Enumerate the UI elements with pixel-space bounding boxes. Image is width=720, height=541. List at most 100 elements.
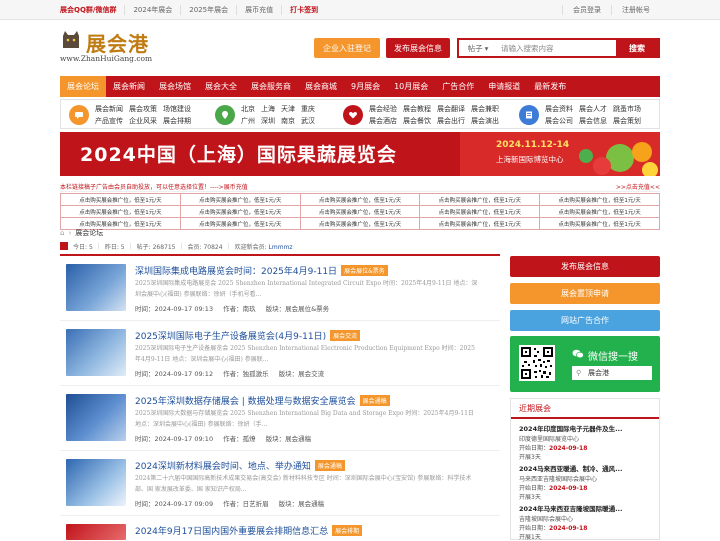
post-author[interactable]: 作者：南玖 [223,303,256,313]
post-board[interactable]: 版块：展会交流 [279,368,325,378]
recent-expo-item[interactable]: 2024年马来西亚吉隆坡国际暖通... 吉隆坡国际会展中心 开始日期：2024-… [511,503,659,541]
ad-slot[interactable]: 点击购买展会推广位，低至1元/天 [420,218,541,230]
cat-link[interactable]: 重庆 [301,104,315,114]
cat-link[interactable]: 展会出行 [437,116,465,126]
ticker-text[interactable]: 本栏链接稿子广告由会员自助投放，可以任意选择位置！---->展币充值 [60,182,248,191]
nav-latest[interactable]: 最新发布 [527,76,573,97]
cat-link[interactable]: 天津 [281,104,295,114]
cat-link[interactable]: 深圳 [261,116,275,126]
ad-slot[interactable]: 点击购买展会推广位，低至1元/天 [300,218,421,230]
search-button[interactable]: 搜索 [616,40,658,56]
post-board[interactable]: 版块：展会通稿 [279,498,325,508]
recent-expo-name[interactable]: 2024马来西亚暖通、制冷、通风... [519,463,659,473]
ad-slot[interactable]: 点击购买展会推广位，低至1元/天 [420,194,541,206]
nav-news[interactable]: 展会新闻 [106,76,152,97]
cat-link[interactable]: 广州 [241,116,255,126]
nav-venues[interactable]: 展会场馆 [152,76,198,97]
wechat-search-box[interactable]: ⚲ 展会港 [572,366,652,380]
cat-link[interactable]: 展会攻策 [129,104,157,114]
search-input[interactable]: 请输入搜索内容 [497,40,616,56]
cat-link[interactable]: 展会兼职 [471,104,499,114]
post-title[interactable]: 2025深圳国际电子生产设备展览会(4月9-11日) [135,329,326,342]
post-board[interactable]: 版块：展会通稿 [266,433,312,443]
post-tag[interactable]: 展会通稿 [359,395,390,406]
ad-slot[interactable]: 点击购买展会推广位，低至1元/天 [300,206,421,218]
recent-expo-item[interactable]: 2024年印度国际电子元器件及生... 印度德里国际展览中心 开始日期：2024… [511,423,659,461]
cat-link[interactable]: 企业风采 [129,116,157,126]
ad-slot[interactable]: 点击购买展会推广位，低至1元/天 [61,206,181,218]
expo-2024-link[interactable]: 2024年展会 [125,5,182,15]
register-link[interactable]: 注册帐号 [611,5,660,15]
post-thumbnail[interactable] [66,264,126,311]
cat-link[interactable]: 场馆建设 [163,104,191,114]
promo-banner[interactable]: 2024中国（上海）国际果蔬展览会 2024.11.12-14 上海新国际博览中… [60,132,660,176]
cat-link[interactable]: 产品宣传 [95,116,123,126]
cat-link[interactable]: 展会演出 [471,116,499,126]
ad-slot[interactable]: 点击购买展会推广位，低至1元/天 [180,194,301,206]
post-thumbnail[interactable] [66,394,126,441]
ticker-recharge[interactable]: >>点击充值<< [616,182,660,191]
cat-link[interactable]: 展会教程 [403,104,431,114]
cat-link[interactable]: 展会酒店 [369,116,397,126]
recent-expo-name[interactable]: 2024年印度国际电子元器件及生... [519,423,659,433]
post-author[interactable]: 作者：独孤激乐 [223,368,269,378]
nav-ad[interactable]: 广告合作 [435,76,481,97]
cat-link[interactable]: 展会翻译 [437,104,465,114]
ad-slot[interactable]: 点击购买展会推广位，低至1元/天 [540,194,660,206]
cat-link[interactable]: 展会资料 [545,104,573,114]
ad-slot[interactable]: 点击购买展会推广位，低至1元/天 [180,206,301,218]
post-title[interactable]: 2024年9月17日国内国外重要展会排期信息汇总 [135,524,328,537]
nav-service[interactable]: 展会服务商 [244,76,298,97]
search-type-select[interactable]: 帖子 ▾ [459,40,497,56]
ad-slot[interactable]: 点击购买展会推广位，低至1元/天 [540,218,660,230]
recent-expo-name[interactable]: 2024年马来西亚吉隆坡国际暖通... [519,503,659,513]
cat-link[interactable]: 展会新闻 [95,104,123,114]
sidebar-publish-button[interactable]: 发布展会信息 [510,256,660,277]
login-link[interactable]: 会员登录 [562,5,611,15]
post-title[interactable]: 2025年深圳数据存储展会 | 数据处理与数据安全展览会 [135,394,356,407]
coin-recharge-link[interactable]: 展币充值 [237,5,283,15]
ad-slot[interactable]: 点击购买展会推广位，低至1元/天 [61,194,181,206]
cat-link[interactable]: 跳蚤市场 [613,104,641,114]
checkin-link[interactable]: 打卡签到 [282,5,326,15]
post-title[interactable]: 深圳国际集成电路展览会时间：2025年4月9-11日 [135,264,337,277]
nav-expo-list[interactable]: 展会大全 [198,76,244,97]
breadcrumb-forum[interactable]: 展会论坛 [75,228,103,238]
cat-link[interactable]: 北京 [241,104,255,114]
site-logo[interactable]: 展会港 www.ZhanHuiGang.com [60,28,160,64]
post-title[interactable]: 2024深圳新材料展会时间、地点、举办通知 [135,459,311,472]
cat-link[interactable]: 南京 [281,116,295,126]
nav-mall[interactable]: 展会商城 [298,76,344,97]
ad-slot[interactable]: 点击购买展会推广位，低至1元/天 [300,194,421,206]
newest-member[interactable]: Lmmmz [269,244,293,251]
publish-expo-button[interactable]: 发布展会信息 [386,38,450,58]
nav-report[interactable]: 申请报道 [481,76,527,97]
cat-link[interactable]: 展会排期 [163,116,191,126]
cat-link[interactable]: 展会经验 [369,104,397,114]
post-author[interactable]: 作者：孤燎 [223,433,256,443]
nav-sep-expo[interactable]: 9月展会 [344,76,387,97]
qq-group-link[interactable]: 展会QQ群/微信群 [60,5,126,15]
post-tag[interactable]: 展会展位&票务 [341,265,388,276]
cat-link[interactable]: 上海 [261,104,275,114]
nav-forum[interactable]: 展会论坛 [60,76,106,97]
sidebar-ad-button[interactable]: 网站广告合作 [510,310,660,331]
cat-link[interactable]: 展会餐饮 [403,116,431,126]
post-thumbnail[interactable] [66,329,126,376]
post-tag[interactable]: 展会交流 [330,330,361,341]
home-icon[interactable]: ⌂ [60,229,64,237]
post-tag[interactable]: 展会通稿 [314,460,345,471]
post-author[interactable]: 作者：日艺折眉 [223,498,269,508]
cat-link[interactable]: 展会人才 [579,104,607,114]
post-thumbnail[interactable] [66,524,126,540]
ad-slot[interactable]: 点击购买展会推广位，低至1元/天 [180,218,301,230]
nav-oct-expo[interactable]: 10月展会 [387,76,435,97]
post-board[interactable]: 版块：展会展位&票务 [266,303,330,313]
cat-link[interactable]: 展会信息 [579,116,607,126]
recent-expo-item[interactable]: 2024马来西亚暖通、制冷、通风... 马来西亚吉隆坡国际会展中心 开始日期：2… [511,463,659,501]
cat-link[interactable]: 展会公司 [545,116,573,126]
post-thumbnail[interactable] [66,459,126,506]
cat-link[interactable]: 武汉 [301,116,315,126]
enterprise-register-button[interactable]: 企业入驻登记 [314,38,380,58]
ad-slot[interactable]: 点击购买展会推广位，低至1元/天 [420,206,541,218]
